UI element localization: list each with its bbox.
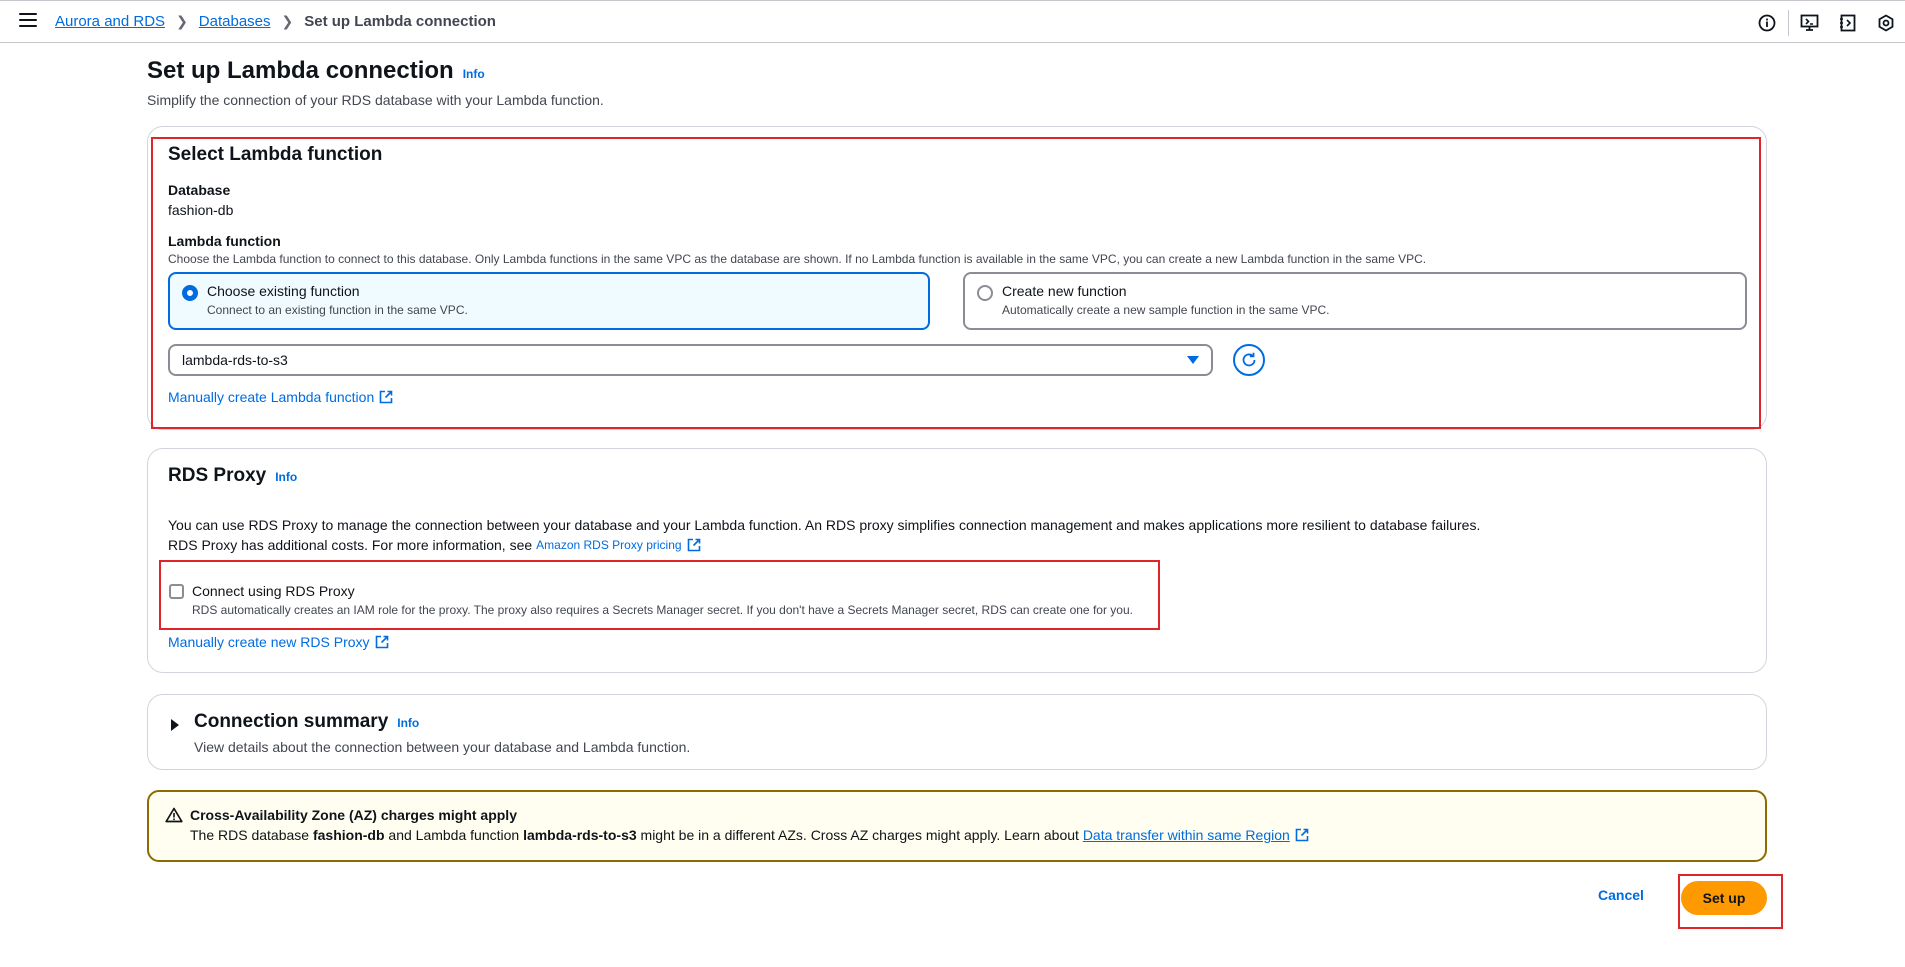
notebook-icon[interactable] [1829, 1, 1867, 44]
warning-icon [165, 807, 183, 823]
connection-summary-card[interactable]: Connection summary Info View details abo… [147, 694, 1767, 770]
annotation-highlight-setup [1678, 874, 1783, 929]
connection-summary-title[interactable]: Connection summary [194, 711, 388, 733]
settings-hexagon-icon[interactable] [1867, 1, 1905, 44]
warning-db-name: fashion-db [312, 827, 385, 843]
connection-summary-description: View details about the connection betwee… [194, 739, 691, 755]
rds-proxy-info-link[interactable]: Info [275, 470, 297, 484]
data-transfer-link-text: Data transfer within same Region [1082, 827, 1290, 843]
warning-message: The RDS database fashion-db and Lambda f… [190, 827, 1309, 843]
top-utility-icons [1748, 1, 1905, 44]
manually-create-proxy-text: Manually create new RDS Proxy [168, 634, 370, 650]
manually-create-proxy-link[interactable]: Manually create new RDS Proxy [168, 634, 389, 650]
external-link-icon [375, 635, 388, 649]
rds-proxy-description-2-row: RDS Proxy has additional costs. For more… [168, 537, 701, 553]
connection-summary-info-link[interactable]: Info [397, 716, 419, 730]
rds-proxy-pricing-link[interactable]: Amazon RDS Proxy pricing [536, 538, 700, 552]
rds-proxy-description-2: RDS Proxy has additional costs. For more… [168, 537, 533, 553]
warning-text-2: and Lambda function [388, 827, 520, 843]
info-icon[interactable] [1748, 1, 1786, 44]
page-title-text: Set up Lambda connection [147, 57, 454, 84]
external-link-icon [687, 538, 700, 552]
rds-proxy-heading: RDS Proxy Info [168, 465, 297, 487]
warning-text-3: might be in a different AZs. Cross AZ ch… [640, 827, 1079, 843]
cancel-button[interactable]: Cancel [1598, 887, 1644, 903]
page-info-link[interactable]: Info [463, 67, 485, 81]
rds-proxy-title: RDS Proxy [168, 465, 267, 486]
rds-proxy-pricing-text: Amazon RDS Proxy pricing [536, 538, 682, 552]
rds-proxy-description-1: You can use RDS Proxy to manage the conn… [168, 517, 1481, 533]
connection-summary-heading: Connection summary Info [194, 711, 419, 733]
breadcrumb-aurora-rds[interactable]: Aurora and RDS [55, 13, 165, 30]
cross-az-warning-alert: Cross-Availability Zone (AZ) charges mig… [147, 790, 1767, 862]
divider [1788, 9, 1789, 36]
top-navigation-bar: Aurora and RDS ❯ Databases ❯ Set up Lamb… [0, 0, 1905, 43]
annotation-highlight-proxy [159, 560, 1160, 630]
chevron-right-icon: ❯ [281, 13, 294, 29]
page-title: Set up Lambda connection Info [147, 57, 485, 85]
data-transfer-link[interactable]: Data transfer within same Region [1083, 827, 1309, 843]
hamburger-menu-icon[interactable] [19, 13, 37, 29]
caret-right-icon[interactable] [170, 718, 180, 732]
breadcrumb: Aurora and RDS ❯ Databases ❯ Set up Lamb… [55, 13, 496, 30]
chevron-right-icon: ❯ [176, 13, 188, 29]
page-description: Simplify the connection of your RDS data… [147, 92, 604, 108]
warning-function-name: lambda-rds-to-s3 [523, 827, 637, 843]
warning-text-1: The RDS database [190, 827, 310, 843]
external-link-icon [1295, 828, 1309, 842]
warning-title: Cross-Availability Zone (AZ) charges mig… [190, 807, 517, 823]
feedback-monitor-icon[interactable] [1791, 1, 1829, 44]
breadcrumb-databases[interactable]: Databases [199, 13, 271, 30]
breadcrumb-current: Set up Lambda connection [304, 13, 496, 30]
annotation-highlight-lambda [151, 137, 1761, 429]
